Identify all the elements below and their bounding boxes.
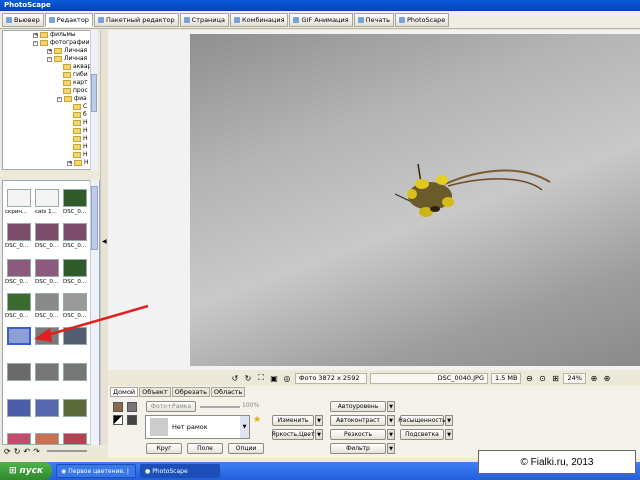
annotation-arrow	[34, 304, 149, 342]
task-browser[interactable]: ◉ Первое цветение. |	[56, 464, 136, 478]
watermark: © Fialki.ru, 2013	[478, 450, 636, 474]
app-icon: ●	[145, 467, 151, 475]
task-photoscape[interactable]: ● PhotoScape	[140, 464, 220, 478]
start-button[interactable]: ⊞ пуск	[0, 462, 52, 480]
windows-logo-icon: ⊞	[8, 466, 17, 476]
browser-icon: ◉	[61, 467, 67, 475]
